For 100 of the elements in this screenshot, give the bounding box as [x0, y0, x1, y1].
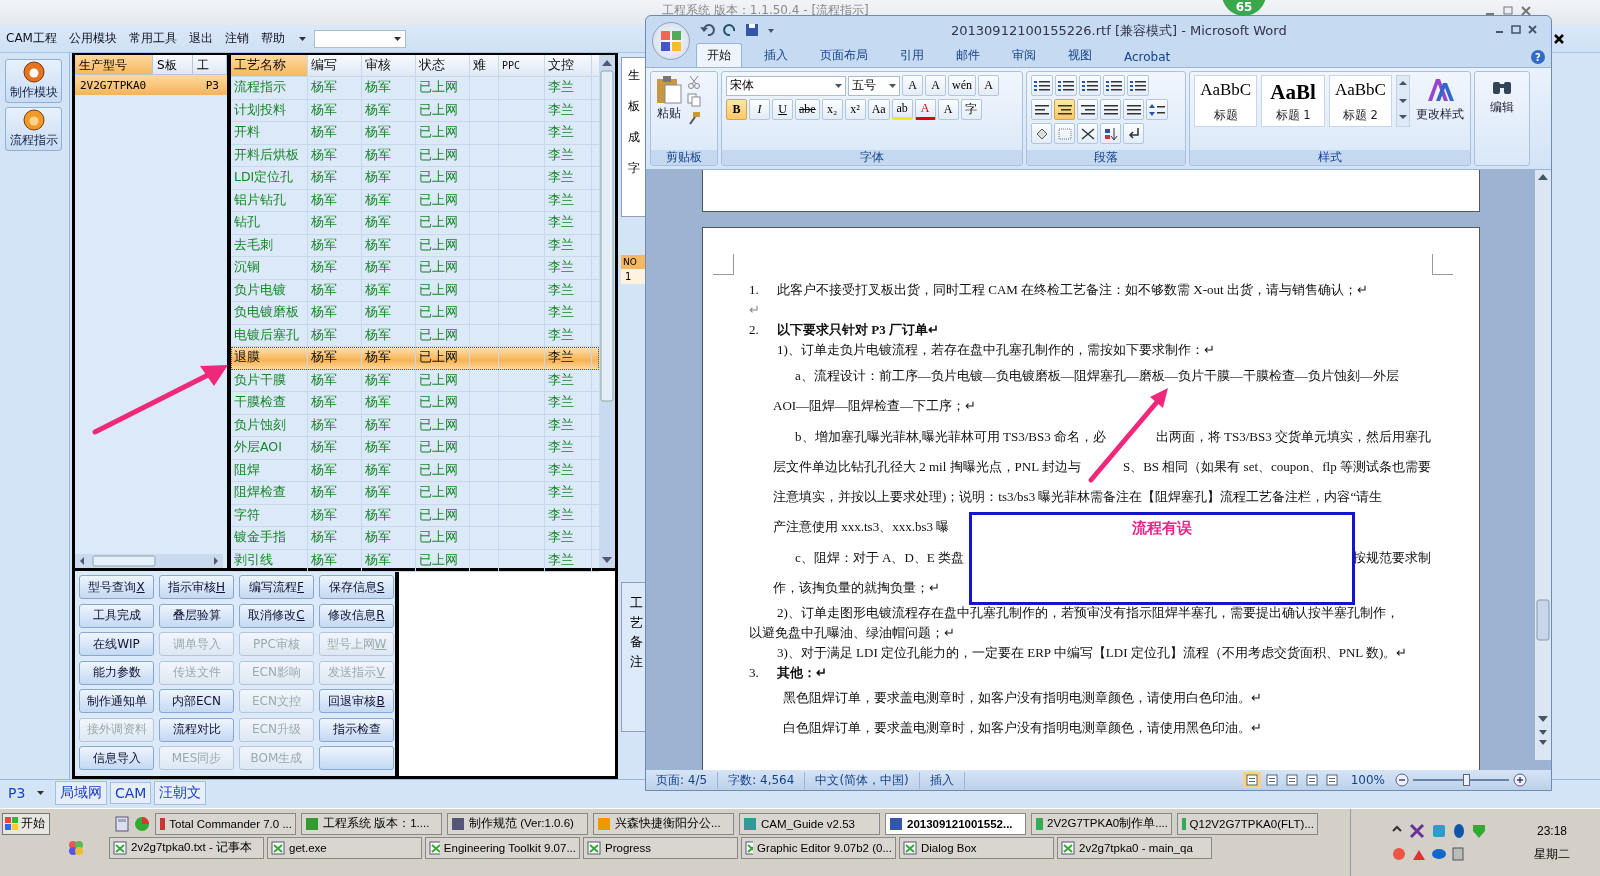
table-row[interactable]: 负电镀磨板 杨军 杨军 已上网 李兰: [231, 302, 599, 325]
table-row[interactable]: 钻孔 杨军 杨军 已上网 李兰: [231, 212, 599, 235]
table-row[interactable]: 负片电镀 杨军 杨军 已上网 李兰: [231, 279, 599, 302]
format-button[interactable]: ab: [891, 99, 913, 120]
flower-icon[interactable]: [68, 839, 84, 856]
style-tile[interactable]: AaBbC 标题: [1194, 75, 1258, 127]
view-button[interactable]: [1242, 772, 1261, 788]
command-button[interactable]: 编写流程F: [239, 575, 314, 599]
office-button[interactable]: [652, 22, 690, 60]
window-controls-icon[interactable]: [1484, 5, 1534, 17]
zoom-out-button[interactable]: [1395, 773, 1409, 787]
command-button[interactable]: 指示审核H: [159, 575, 234, 599]
window-controls-icon[interactable]: [1495, 25, 1539, 35]
taskbar-button[interactable]: CAM_Guide v2.53: [739, 812, 880, 835]
zoom-level[interactable]: 100%: [1340, 773, 1395, 787]
command-button[interactable]: 叠层验算: [159, 603, 234, 628]
taskbar-button[interactable]: Total Commander 7.0 ...: [155, 812, 296, 835]
scrollbar[interactable]: [599, 55, 615, 568]
font-tool-button[interactable]: wén: [948, 75, 976, 96]
column-header[interactable]: 状态: [416, 55, 470, 76]
table-row[interactable]: 流程指示 杨军 杨军 已上网 李兰: [231, 77, 599, 100]
ribbon-tab[interactable]: 审阅: [1002, 44, 1046, 67]
taskbar-button[interactable]: 2v2g7tpka0.txt - 记事本: [109, 836, 264, 859]
command-button[interactable]: 信息导入: [79, 746, 154, 770]
paste-button[interactable]: 粘贴: [655, 75, 683, 122]
help-button[interactable]: ?: [1531, 50, 1545, 64]
column-header[interactable]: PPC: [499, 55, 545, 76]
table-row[interactable]: 负片干膜 杨军 杨军 已上网 李兰: [231, 369, 599, 392]
menu-item[interactable]: CAM工程: [6, 30, 63, 47]
status-text[interactable]: 页面: 4/5: [646, 771, 719, 789]
module-button[interactable]: 制作模块: [5, 59, 62, 103]
line-spacing-button[interactable]: [1146, 99, 1168, 120]
alignment-button[interactable]: [1031, 99, 1052, 120]
taskbar-button[interactable]: 2V2G7TPKA0制作单....: [1031, 812, 1172, 835]
factory-dropdown[interactable]: P3: [4, 785, 52, 801]
command-button[interactable]: 制作通知单: [79, 689, 154, 713]
format-button[interactable]: U: [772, 99, 793, 120]
dropdown-field[interactable]: [313, 29, 406, 48]
taskbar-button[interactable]: 工程系统 版本：1....: [301, 812, 442, 835]
menu-item[interactable]: 常用工具: [128, 30, 183, 47]
command-button[interactable]: 内部ECN: [159, 689, 234, 713]
font-tool-button[interactable]: A: [978, 75, 999, 96]
column-header[interactable]: NO: [621, 255, 645, 269]
format-button[interactable]: A: [937, 99, 959, 120]
table-row[interactable]: LDI定位孔 杨军 杨军 已上网 李兰: [231, 167, 599, 190]
column-header[interactable]: 难: [470, 55, 499, 76]
format-button[interactable]: I: [749, 99, 770, 120]
pie-icon[interactable]: [134, 815, 150, 832]
column-header[interactable]: 生产型号: [75, 55, 153, 75]
shading-button[interactable]: [1031, 123, 1052, 144]
column-header[interactable]: 审核: [362, 55, 416, 76]
status-text[interactable]: 字数: 4,564: [718, 771, 806, 789]
taskbar-button[interactable]: 制作规范 (Ver:1.0.6): [447, 812, 588, 835]
table-row[interactable]: 铝片钻孔 杨军 杨军 已上网 李兰: [231, 189, 599, 212]
clock-day[interactable]: 星期二: [1534, 845, 1570, 863]
table-row[interactable]: 外层AOI 杨军 杨军 已上网 李兰: [231, 437, 599, 460]
format-button[interactable]: B: [726, 99, 747, 120]
format-button[interactable]: A: [914, 99, 936, 120]
status-text[interactable]: 插入: [919, 771, 965, 789]
zoom-in-button[interactable]: [1513, 773, 1527, 787]
table-row[interactable]: 阻焊 杨军 杨军 已上网 李兰: [231, 459, 599, 482]
command-button[interactable]: 型号查询X: [79, 575, 154, 599]
format-button[interactable]: Aa: [867, 99, 890, 120]
table-row[interactable]: 干膜检查 杨军 杨军 已上网 李兰: [231, 392, 599, 415]
format-button[interactable]: x²: [844, 99, 866, 120]
command-button[interactable]: 在线WIP: [79, 632, 154, 656]
command-button[interactable]: 流程对比: [159, 717, 234, 742]
menu-item[interactable]: 公用模块: [68, 30, 123, 47]
alignment-button[interactable]: [1054, 99, 1075, 120]
command-button[interactable]: 修改信息R: [319, 603, 394, 628]
menu-item[interactable]: 帮助: [260, 30, 291, 47]
ribbon-tab[interactable]: 开始: [696, 43, 742, 67]
taskbar-button[interactable]: Progress: [583, 836, 738, 859]
table-row[interactable]: 负片蚀刻 杨军 杨军 已上网 李兰: [231, 414, 599, 437]
command-button[interactable]: 保存信息S: [319, 575, 394, 599]
column-header[interactable]: 编写: [308, 55, 362, 76]
command-button[interactable]: 工具完成: [79, 603, 154, 628]
table-row[interactable]: 去毛刺 杨军 杨军 已上网 李兰: [231, 234, 599, 257]
table-row[interactable]: 计划投料 杨军 杨军 已上网 李兰: [231, 99, 599, 122]
style-tile[interactable]: AaBl 标题 1: [1261, 75, 1325, 127]
table-row[interactable]: 退膜 杨军 杨军 已上网 李兰: [231, 347, 599, 370]
ribbon-tab[interactable]: 引用: [890, 44, 934, 67]
slider-thumb[interactable]: [1462, 774, 1470, 786]
table-row[interactable]: 开料 杨军 杨军 已上网 李兰: [231, 122, 599, 145]
command-button[interactable]: 回退审核B: [319, 689, 394, 713]
status-tab[interactable]: 局域网: [55, 781, 107, 805]
ribbon-tab[interactable]: 邮件: [946, 44, 990, 67]
command-button[interactable]: 能力参数: [79, 660, 154, 685]
change-styles-button[interactable]: 更改样式: [1414, 75, 1466, 125]
format-button[interactable]: x₂: [821, 99, 843, 120]
close-icon[interactable]: [1554, 33, 1564, 44]
table-row[interactable]: 镀金手指 杨军 杨军 已上网 李兰: [231, 527, 599, 550]
command-button[interactable]: 指示检查: [319, 717, 394, 742]
taskbar-button[interactable]: get.exe: [267, 836, 422, 859]
ribbon-tab[interactable]: 页面布局: [810, 44, 878, 67]
ribbon-tab[interactable]: 插入: [754, 44, 798, 67]
taskbar-button[interactable]: 201309121001552...: [885, 812, 1026, 835]
column-header[interactable]: 文控: [545, 55, 592, 76]
table-row[interactable]: 字符 杨军 杨军 已上网 李兰: [231, 504, 599, 527]
taskbar-button[interactable]: Engineering Toolkit 9.07...: [425, 836, 580, 859]
